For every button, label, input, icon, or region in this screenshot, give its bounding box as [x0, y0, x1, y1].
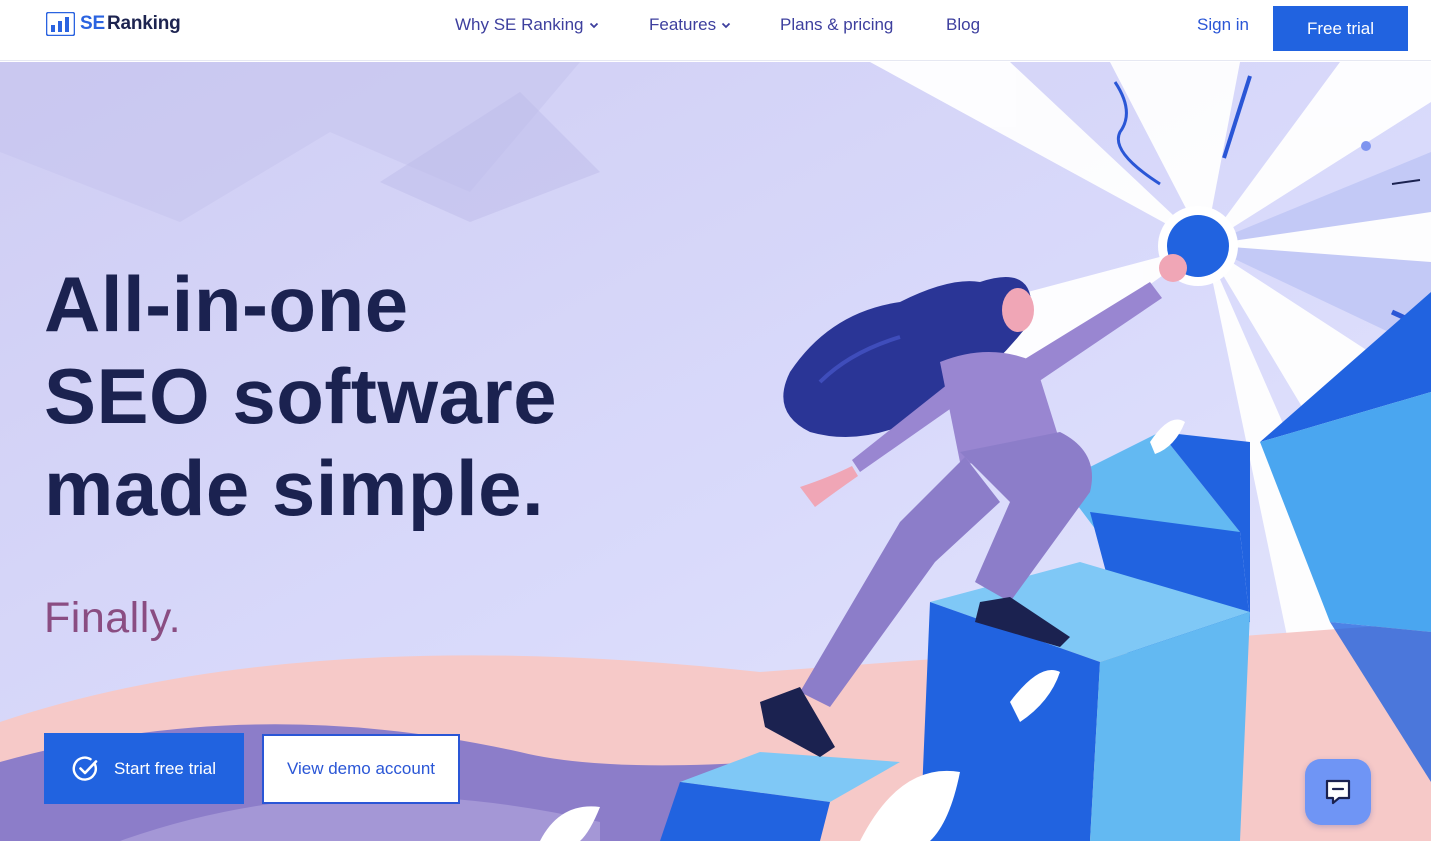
check-circle-icon: [72, 755, 98, 781]
free-trial-button[interactable]: Free trial: [1273, 6, 1408, 51]
logo-prefix: SE: [80, 13, 105, 34]
nav-item-blog[interactable]: Blog: [946, 15, 980, 35]
chevron-down-icon: [589, 22, 598, 29]
nav-label: Features: [649, 15, 717, 34]
logo-name: Ranking: [106, 13, 181, 34]
start-free-trial-button[interactable]: Start free trial: [44, 733, 244, 804]
nav-item-features[interactable]: Features: [649, 15, 731, 35]
start-free-trial-label: Start free trial: [113, 758, 217, 778]
nav-item-why-se-ranking[interactable]: Why SE Ranking: [455, 15, 599, 35]
logo[interactable]: SE Ranking: [46, 11, 181, 37]
hero-tagline: Finally.: [44, 594, 182, 642]
logo-text: SE Ranking: [80, 13, 181, 35]
hero-section: All-in-one SEO software made simple. Fin…: [0, 62, 1431, 841]
chat-bubble-icon: [1325, 779, 1351, 805]
headline-line-2: SEO software: [44, 352, 558, 440]
sign-in-link[interactable]: Sign in: [1197, 15, 1249, 35]
hero-headline: All-in-one SEO software made simple.: [44, 258, 664, 534]
bar-chart-logo-icon: [46, 12, 75, 36]
nav-label: Blog: [946, 15, 981, 34]
chat-widget-button[interactable]: [1305, 759, 1371, 825]
view-demo-account-button[interactable]: View demo account: [262, 734, 460, 804]
nav-label: Plans & pricing: [780, 15, 894, 34]
nav-item-plans-pricing[interactable]: Plans & pricing: [780, 15, 893, 35]
nav-label: Why SE Ranking: [455, 15, 584, 34]
headline-line-1: All-in-one: [44, 260, 409, 348]
site-header: SE Ranking Why SE Ranking Features Plans …: [0, 0, 1431, 61]
chevron-down-icon: [721, 22, 731, 29]
headline-line-3: made simple.: [44, 444, 545, 532]
